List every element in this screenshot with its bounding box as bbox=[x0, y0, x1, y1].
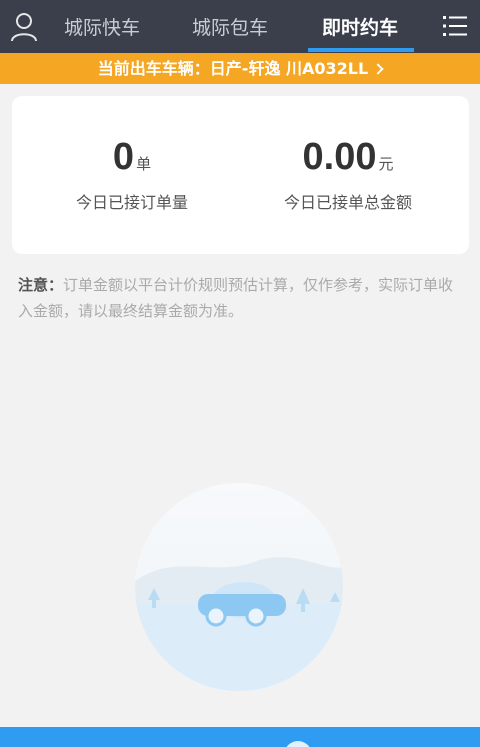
chevron-right-icon bbox=[372, 63, 384, 75]
today-stats-card: 0单 今日已接订单量 0.00 元 今日已接单总金额 bbox=[12, 96, 469, 254]
top-navigation-bar: 城际快车 城际包车 即时约车 bbox=[0, 0, 480, 53]
empty-state-car-illustration bbox=[135, 483, 343, 691]
tab-intercity-express[interactable]: 城际快车 bbox=[52, 0, 152, 53]
user-icon[interactable] bbox=[10, 12, 38, 42]
amount-label: 今日已接单总金额 bbox=[283, 193, 412, 212]
notice-label: 注意： bbox=[18, 276, 64, 294]
notice-text: 注意：订单金额以平台计价规则预估计算，仅作参考，实际订单收入金额，请以最终结算金… bbox=[18, 272, 466, 324]
menu-icon[interactable] bbox=[443, 15, 467, 37]
current-vehicle-text: 当前出车车辆：日产-轩逸 川A032LL bbox=[97, 59, 369, 78]
notice-body: 订单金额以平台计价规则预估计算，仅作参考，实际订单收入金额，请以最终结算金额为准… bbox=[18, 276, 454, 320]
orders-stat: 0单 今日已接订单量 bbox=[32, 136, 232, 213]
amount-total: 0.00 bbox=[302, 136, 377, 178]
orders-label: 今日已接订单量 bbox=[75, 193, 188, 212]
tab-instant-ride[interactable]: 即时约车 bbox=[304, 0, 416, 53]
current-vehicle-banner[interactable]: 当前出车车辆：日产-轩逸 川A032LL bbox=[0, 53, 480, 84]
bottom-action-bar[interactable] bbox=[0, 727, 480, 747]
orders-count: 0 bbox=[112, 136, 135, 178]
active-tab-indicator bbox=[308, 48, 414, 52]
amount-stat: 0.00 元 今日已接单总金额 bbox=[248, 136, 448, 213]
tab-intercity-charter[interactable]: 城际包车 bbox=[180, 0, 280, 53]
amount-unit: 元 bbox=[378, 155, 394, 173]
orders-unit: 单 bbox=[136, 155, 152, 173]
